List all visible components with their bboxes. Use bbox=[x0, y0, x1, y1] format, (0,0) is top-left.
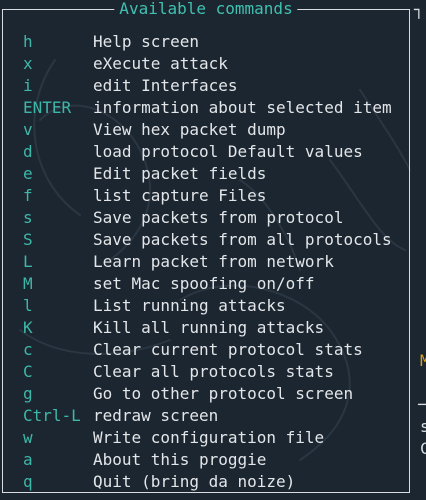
command-key: g bbox=[23, 384, 33, 403]
command-row: w Write configuration file bbox=[23, 427, 392, 449]
command-description: About this proggie bbox=[93, 450, 267, 469]
command-key: e bbox=[23, 164, 33, 183]
command-description: load protocol Default values bbox=[93, 142, 363, 161]
command-key: x bbox=[23, 54, 33, 73]
command-description: Save packets from all protocols bbox=[93, 230, 392, 249]
command-row: Ctrl-L redraw screen bbox=[23, 405, 392, 427]
command-key: h bbox=[23, 32, 33, 51]
command-row: h Help screen bbox=[23, 31, 392, 53]
command-description: set Mac spoofing on/off bbox=[93, 274, 315, 293]
command-description: Go to other protocol screen bbox=[93, 384, 354, 403]
command-description: List running attacks bbox=[93, 296, 286, 315]
command-row: e Edit packet fields bbox=[23, 163, 392, 185]
command-description: Kill all running attacks bbox=[93, 318, 325, 337]
command-description: Quit (bring da noize) bbox=[93, 472, 296, 491]
command-key: v bbox=[23, 120, 33, 139]
command-row: S Save packets from all protocols bbox=[23, 229, 392, 251]
background-rule: ─ bbox=[418, 395, 426, 414]
command-row: a About this proggie bbox=[23, 449, 392, 471]
command-key: S bbox=[23, 230, 33, 249]
command-key: c bbox=[23, 340, 33, 359]
command-row: L Learn packet from network bbox=[23, 251, 392, 273]
command-description: edit Interfaces bbox=[93, 76, 238, 95]
command-row: i edit Interfaces bbox=[23, 75, 392, 97]
command-key: q bbox=[23, 472, 33, 491]
command-key: w bbox=[23, 428, 33, 447]
command-key: d bbox=[23, 142, 33, 161]
command-description: Write configuration file bbox=[93, 428, 325, 447]
command-row: x eXecute attack bbox=[23, 53, 392, 75]
command-row: g Go to other protocol screen bbox=[23, 383, 392, 405]
command-row: Mset Mac spoofing on/off bbox=[23, 273, 392, 295]
command-row: v View hex packet dump bbox=[23, 119, 392, 141]
command-key: L bbox=[23, 252, 33, 271]
command-key: ENTER bbox=[23, 98, 72, 117]
command-key: i bbox=[23, 76, 33, 95]
command-key: M bbox=[23, 274, 33, 293]
command-row: d load protocol Default values bbox=[23, 141, 392, 163]
command-key: Ctrl-L bbox=[23, 406, 81, 425]
command-key: f bbox=[23, 186, 33, 205]
background-window-corner: ┐ bbox=[414, 0, 424, 19]
command-key: C bbox=[23, 362, 33, 381]
dialog-title: Available commands bbox=[114, 0, 298, 19]
command-description: Clear all protocols stats bbox=[93, 362, 334, 381]
command-row: ENTER information about selected item bbox=[23, 97, 392, 119]
command-description: Clear current protocol stats bbox=[93, 340, 363, 359]
command-description: eXecute attack bbox=[93, 54, 228, 73]
available-commands-dialog: Available commands h Help screen x eXecute … bbox=[2, 0, 410, 493]
command-row: K Kill all running attacks bbox=[23, 317, 392, 339]
command-row: C Clear all protocols stats bbox=[23, 361, 392, 383]
command-description: Learn packet from network bbox=[93, 252, 334, 271]
command-description: Edit packet fields bbox=[93, 164, 267, 183]
command-description: Help screen bbox=[93, 32, 199, 51]
command-description: list capture Files bbox=[93, 186, 267, 205]
command-key: a bbox=[23, 450, 33, 469]
command-row: q Quit (bring da noize) bbox=[23, 471, 392, 493]
background-char-s: s bbox=[420, 417, 426, 436]
command-description: Save packets from protocol bbox=[93, 208, 344, 227]
command-row: f list capture Files bbox=[23, 185, 392, 207]
command-row: l List running attacks bbox=[23, 295, 392, 317]
background-char-c: C bbox=[420, 439, 426, 458]
command-description: View hex packet dump bbox=[93, 120, 286, 139]
command-key: l bbox=[23, 296, 33, 315]
command-row: c Clear current protocol stats bbox=[23, 339, 392, 361]
background-marker-label: M bbox=[420, 351, 426, 370]
command-description: information about selected item bbox=[93, 98, 392, 117]
command-row: s Save packets from protocol bbox=[23, 207, 392, 229]
command-key: K bbox=[23, 318, 33, 337]
command-key: s bbox=[23, 208, 33, 227]
command-list: h Help screen x eXecute attack i edit Interfa… bbox=[23, 31, 392, 493]
command-description: redraw screen bbox=[93, 406, 219, 425]
